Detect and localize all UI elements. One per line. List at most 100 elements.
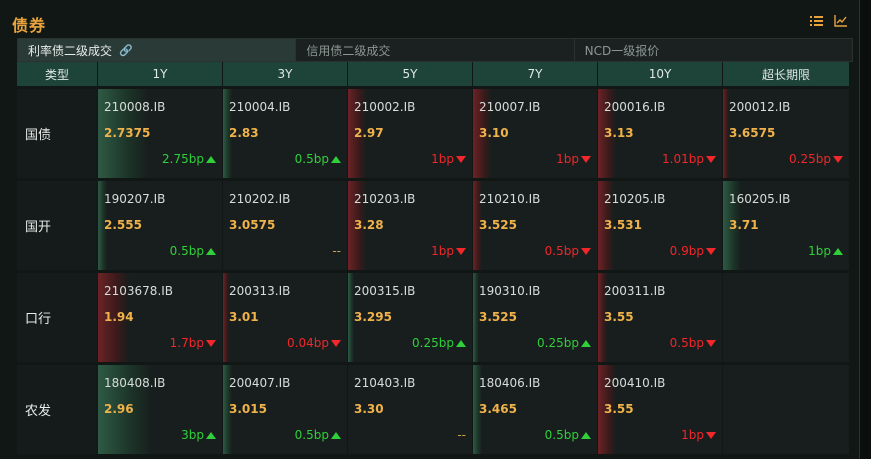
tab-credit-bond-secondary[interactable]: 信用债二级成交	[296, 39, 575, 61]
bond-cell[interactable]: 200313.IB 3.01 0.04bp	[223, 273, 347, 362]
bond-change: 1bp	[556, 152, 591, 166]
triangle-up-icon	[833, 247, 843, 255]
triangle-down-icon	[456, 247, 466, 255]
bond-cell[interactable]: 200315.IB 3.295 0.25bp	[348, 273, 472, 362]
bond-cell[interactable]: 210210.IB 3.525 0.5bp	[473, 181, 597, 270]
bond-change: 2.75bp	[162, 152, 216, 166]
bond-code: 200311.IB	[604, 284, 666, 298]
bond-change: 0.5bp	[170, 244, 216, 258]
bond-change: 0.04bp	[287, 336, 341, 350]
bond-cell[interactable]: 210403.IB 3.30 --	[348, 365, 472, 454]
bond-cell[interactable]: 210004.IB 2.83 0.5bp	[223, 89, 347, 178]
bond-change-value: 0.5bp	[669, 336, 704, 350]
bond-change-value: --	[332, 244, 341, 258]
bond-code: 180406.IB	[479, 376, 541, 390]
bond-change-value: 0.5bp	[294, 428, 329, 442]
bond-cell[interactable]: 210002.IB 2.97 1bp	[348, 89, 472, 178]
bond-code: 180408.IB	[104, 376, 166, 390]
bond-cell	[723, 365, 849, 454]
bond-change: --	[457, 428, 466, 442]
bond-cell[interactable]: 160205.IB 3.71 1bp	[723, 181, 849, 270]
triangle-down-icon	[581, 155, 591, 163]
bond-code: 210008.IB	[104, 100, 166, 114]
tab-label: NCD一级报价	[584, 43, 660, 58]
triangle-up-icon	[581, 339, 591, 347]
bond-cell[interactable]: 210008.IB 2.7375 2.75bp	[98, 89, 222, 178]
bond-code: 200410.IB	[604, 376, 666, 390]
bond-cell[interactable]: 200012.IB 3.6575 0.25bp	[723, 89, 849, 178]
triangle-down-icon	[331, 339, 341, 347]
bond-cell[interactable]: 2103678.IB 1.94 1.7bp	[98, 273, 222, 362]
bond-cell[interactable]: 210007.IB 3.10 1bp	[473, 89, 597, 178]
bond-change-value: 0.25bp	[789, 152, 831, 166]
panel-toolbar	[809, 14, 847, 28]
line-chart-icon[interactable]	[833, 14, 847, 28]
bond-yield: 3.55	[604, 310, 634, 324]
bond-change: 0.25bp	[537, 336, 591, 350]
triangle-down-icon	[706, 247, 716, 255]
row-label: 农发	[17, 365, 97, 454]
row-label: 口行	[17, 273, 97, 362]
bond-yield: 3.13	[604, 126, 634, 140]
link-icon[interactable]: 🔗	[119, 44, 133, 57]
adjacent-panel-edge	[860, 0, 871, 459]
corner-header: 类型	[17, 62, 97, 86]
bond-change-value: 1bp	[431, 244, 454, 258]
bond-change-value: 3bp	[181, 428, 204, 442]
list-icon[interactable]	[809, 14, 823, 28]
bond-cell[interactable]: 190207.IB 2.555 0.5bp	[98, 181, 222, 270]
bond-code: 210403.IB	[354, 376, 416, 390]
bond-yield: 2.83	[229, 126, 259, 140]
bond-yield: 3.55	[604, 402, 634, 416]
bond-code: 210002.IB	[354, 100, 416, 114]
bond-cell[interactable]: 200016.IB 3.13 1.01bp	[598, 89, 722, 178]
bond-change: 1bp	[431, 244, 466, 258]
bond-change-value: 1bp	[431, 152, 454, 166]
triangle-down-icon	[581, 247, 591, 255]
bond-cell[interactable]: 200407.IB 3.015 0.5bp	[223, 365, 347, 454]
bond-change: 0.5bp	[295, 428, 341, 442]
bond-change-value: 0.9bp	[669, 244, 704, 258]
bond-change: 0.5bp	[545, 428, 591, 442]
bond-cell[interactable]: 200410.IB 3.55 1bp	[598, 365, 722, 454]
triangle-down-icon	[456, 155, 466, 163]
bond-code: 210205.IB	[604, 192, 666, 206]
triangle-down-icon	[706, 431, 716, 439]
triangle-up-icon	[206, 155, 216, 163]
bond-yield: 3.525	[479, 310, 517, 324]
bond-code: 210007.IB	[479, 100, 541, 114]
bond-cell[interactable]: 210203.IB 3.28 1bp	[348, 181, 472, 270]
bond-cell[interactable]: 200311.IB 3.55 0.5bp	[598, 273, 722, 362]
column-header-7y: 7Y	[473, 62, 597, 86]
bond-cell[interactable]: 180408.IB 2.96 3bp	[98, 365, 222, 454]
bond-cell[interactable]: 190310.IB 3.525 0.25bp	[473, 273, 597, 362]
column-header-ultra-long: 超长期限	[723, 62, 849, 86]
bond-yield: 3.71	[729, 218, 759, 232]
bond-change: 1.01bp	[662, 152, 716, 166]
triangle-up-icon	[331, 431, 341, 439]
triangle-down-icon	[706, 155, 716, 163]
row-label: 国债	[17, 89, 97, 178]
column-header-5y: 5Y	[348, 62, 472, 86]
column-header-1y: 1Y	[98, 62, 222, 86]
bond-yield: 2.555	[104, 218, 142, 232]
bond-cell[interactable]: 210205.IB 3.531 0.9bp	[598, 181, 722, 270]
bond-change-value: 0.5bp	[544, 428, 579, 442]
bond-yield: 3.015	[229, 402, 267, 416]
bond-change-value: 1bp	[808, 244, 831, 258]
tab-ncd-primary-quote[interactable]: NCD一级报价	[575, 39, 852, 61]
bond-code: 210210.IB	[479, 192, 541, 206]
tab-rate-bond-secondary[interactable]: 利率债二级成交 🔗	[18, 39, 297, 61]
bond-code: 190207.IB	[104, 192, 166, 206]
bond-change-value: 1bp	[556, 152, 579, 166]
bond-yield: 3.01	[229, 310, 259, 324]
tab-label: 利率债二级成交	[28, 43, 113, 58]
bond-cell[interactable]: 180406.IB 3.465 0.5bp	[473, 365, 597, 454]
bond-yield: 1.94	[104, 310, 134, 324]
bond-code: 200313.IB	[229, 284, 291, 298]
bond-change-value: 0.25bp	[537, 336, 579, 350]
bond-yield: 2.96	[104, 402, 134, 416]
bond-cell[interactable]: 210202.IB 3.0575 --	[223, 181, 347, 270]
bond-change-value: 0.5bp	[544, 244, 579, 258]
bond-change-value: 1.01bp	[662, 152, 704, 166]
